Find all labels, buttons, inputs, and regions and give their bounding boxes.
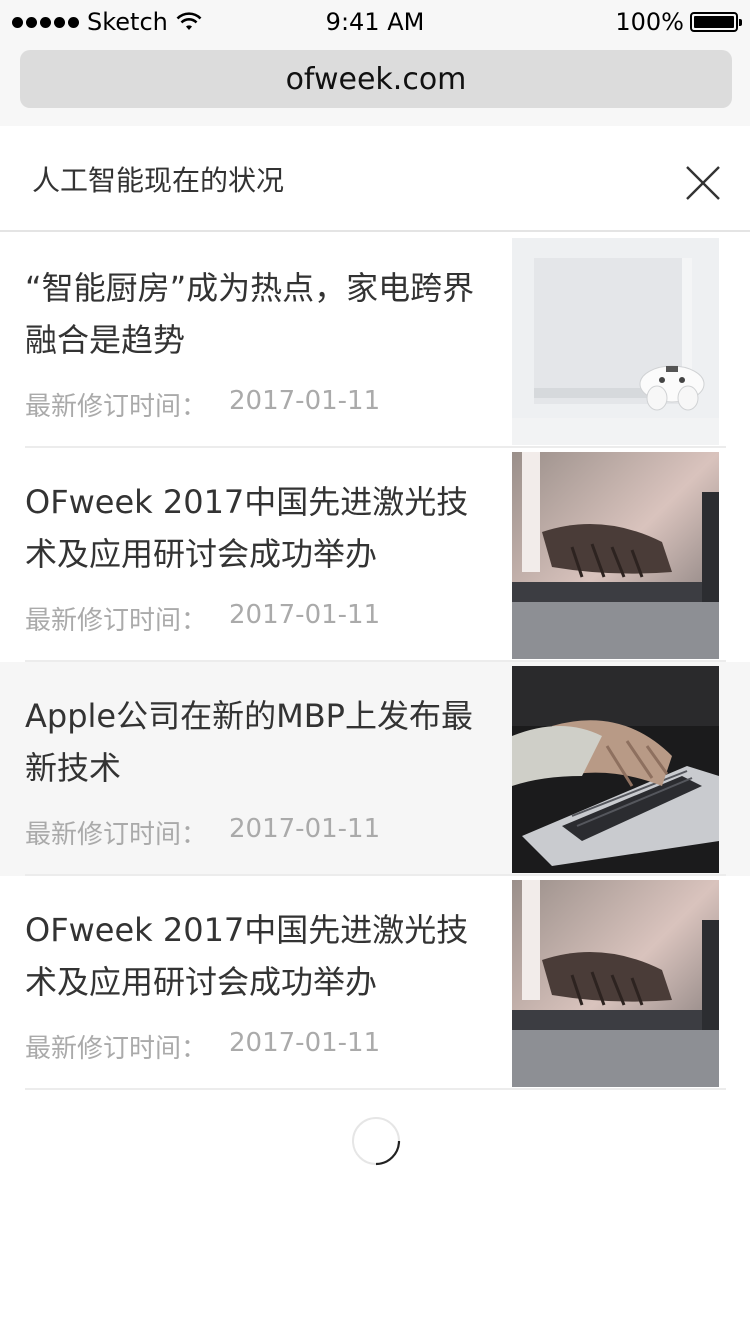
news-item[interactable]: Apple公司在新的MBP上发布最新技术 最新修订时间： 2017-01-11 (0, 662, 750, 876)
news-meta: 最新修订时间： 2017-01-11 (25, 814, 380, 851)
news-date: 2017-01-11 (229, 386, 381, 416)
battery-icon (690, 12, 742, 32)
loading-spinner-icon (352, 1117, 401, 1166)
laptop-typing-image (512, 880, 719, 1087)
news-item[interactable]: “智能厨房”成为热点，家电跨界融合是趋势 最新修订时间： 2017-01-11 (0, 234, 750, 448)
meta-label: 最新修订时间： (25, 392, 208, 422)
meta-label: 最新修订时间： (25, 820, 208, 850)
page-header: 人工智能现在的状况 (0, 126, 750, 232)
news-item[interactable]: OFweek 2017中国先进激光技术及应用研讨会成功举办 最新修订时间： 20… (0, 448, 750, 662)
news-title: Apple公司在新的MBP上发布最新技术 (25, 697, 473, 787)
news-list: “智能厨房”成为热点，家电跨界融合是趋势 最新修订时间： 2017-01-11 … (0, 234, 750, 1090)
news-date: 2017-01-11 (229, 600, 381, 630)
news-meta: 最新修订时间： 2017-01-11 (25, 600, 380, 637)
item-divider (25, 1088, 726, 1090)
news-date: 2017-01-11 (229, 1028, 381, 1058)
status-bar: Sketch 9:41 AM 100% (0, 0, 750, 44)
news-item[interactable]: OFweek 2017中国先进激光技术及应用研讨会成功举办 最新修订时间： 20… (0, 876, 750, 1090)
page-title: 人工智能现在的状况 (32, 164, 285, 197)
news-meta: 最新修订时间： 2017-01-11 (25, 1028, 380, 1065)
news-title: OFweek 2017中国先进激光技术及应用研讨会成功举办 (25, 483, 469, 573)
game-console-image (512, 238, 719, 445)
news-date: 2017-01-11 (229, 814, 381, 844)
macbook-typing-image (512, 666, 719, 873)
close-icon[interactable] (684, 164, 722, 202)
meta-label: 最新修订时间： (25, 1034, 208, 1064)
laptop-typing-image (512, 452, 719, 659)
meta-label: 最新修订时间： (25, 606, 208, 636)
battery-level (694, 16, 734, 28)
news-meta: 最新修订时间： 2017-01-11 (25, 386, 380, 423)
browser-toolbar: ofweek.com (0, 44, 750, 126)
battery-percentage: 100% (615, 8, 684, 36)
news-title: OFweek 2017中国先进激光技术及应用研讨会成功举办 (25, 911, 469, 1001)
status-right: 100% (615, 8, 742, 36)
news-title: “智能厨房”成为热点，家电跨界融合是趋势 (25, 269, 475, 359)
address-bar[interactable]: ofweek.com (20, 50, 732, 108)
